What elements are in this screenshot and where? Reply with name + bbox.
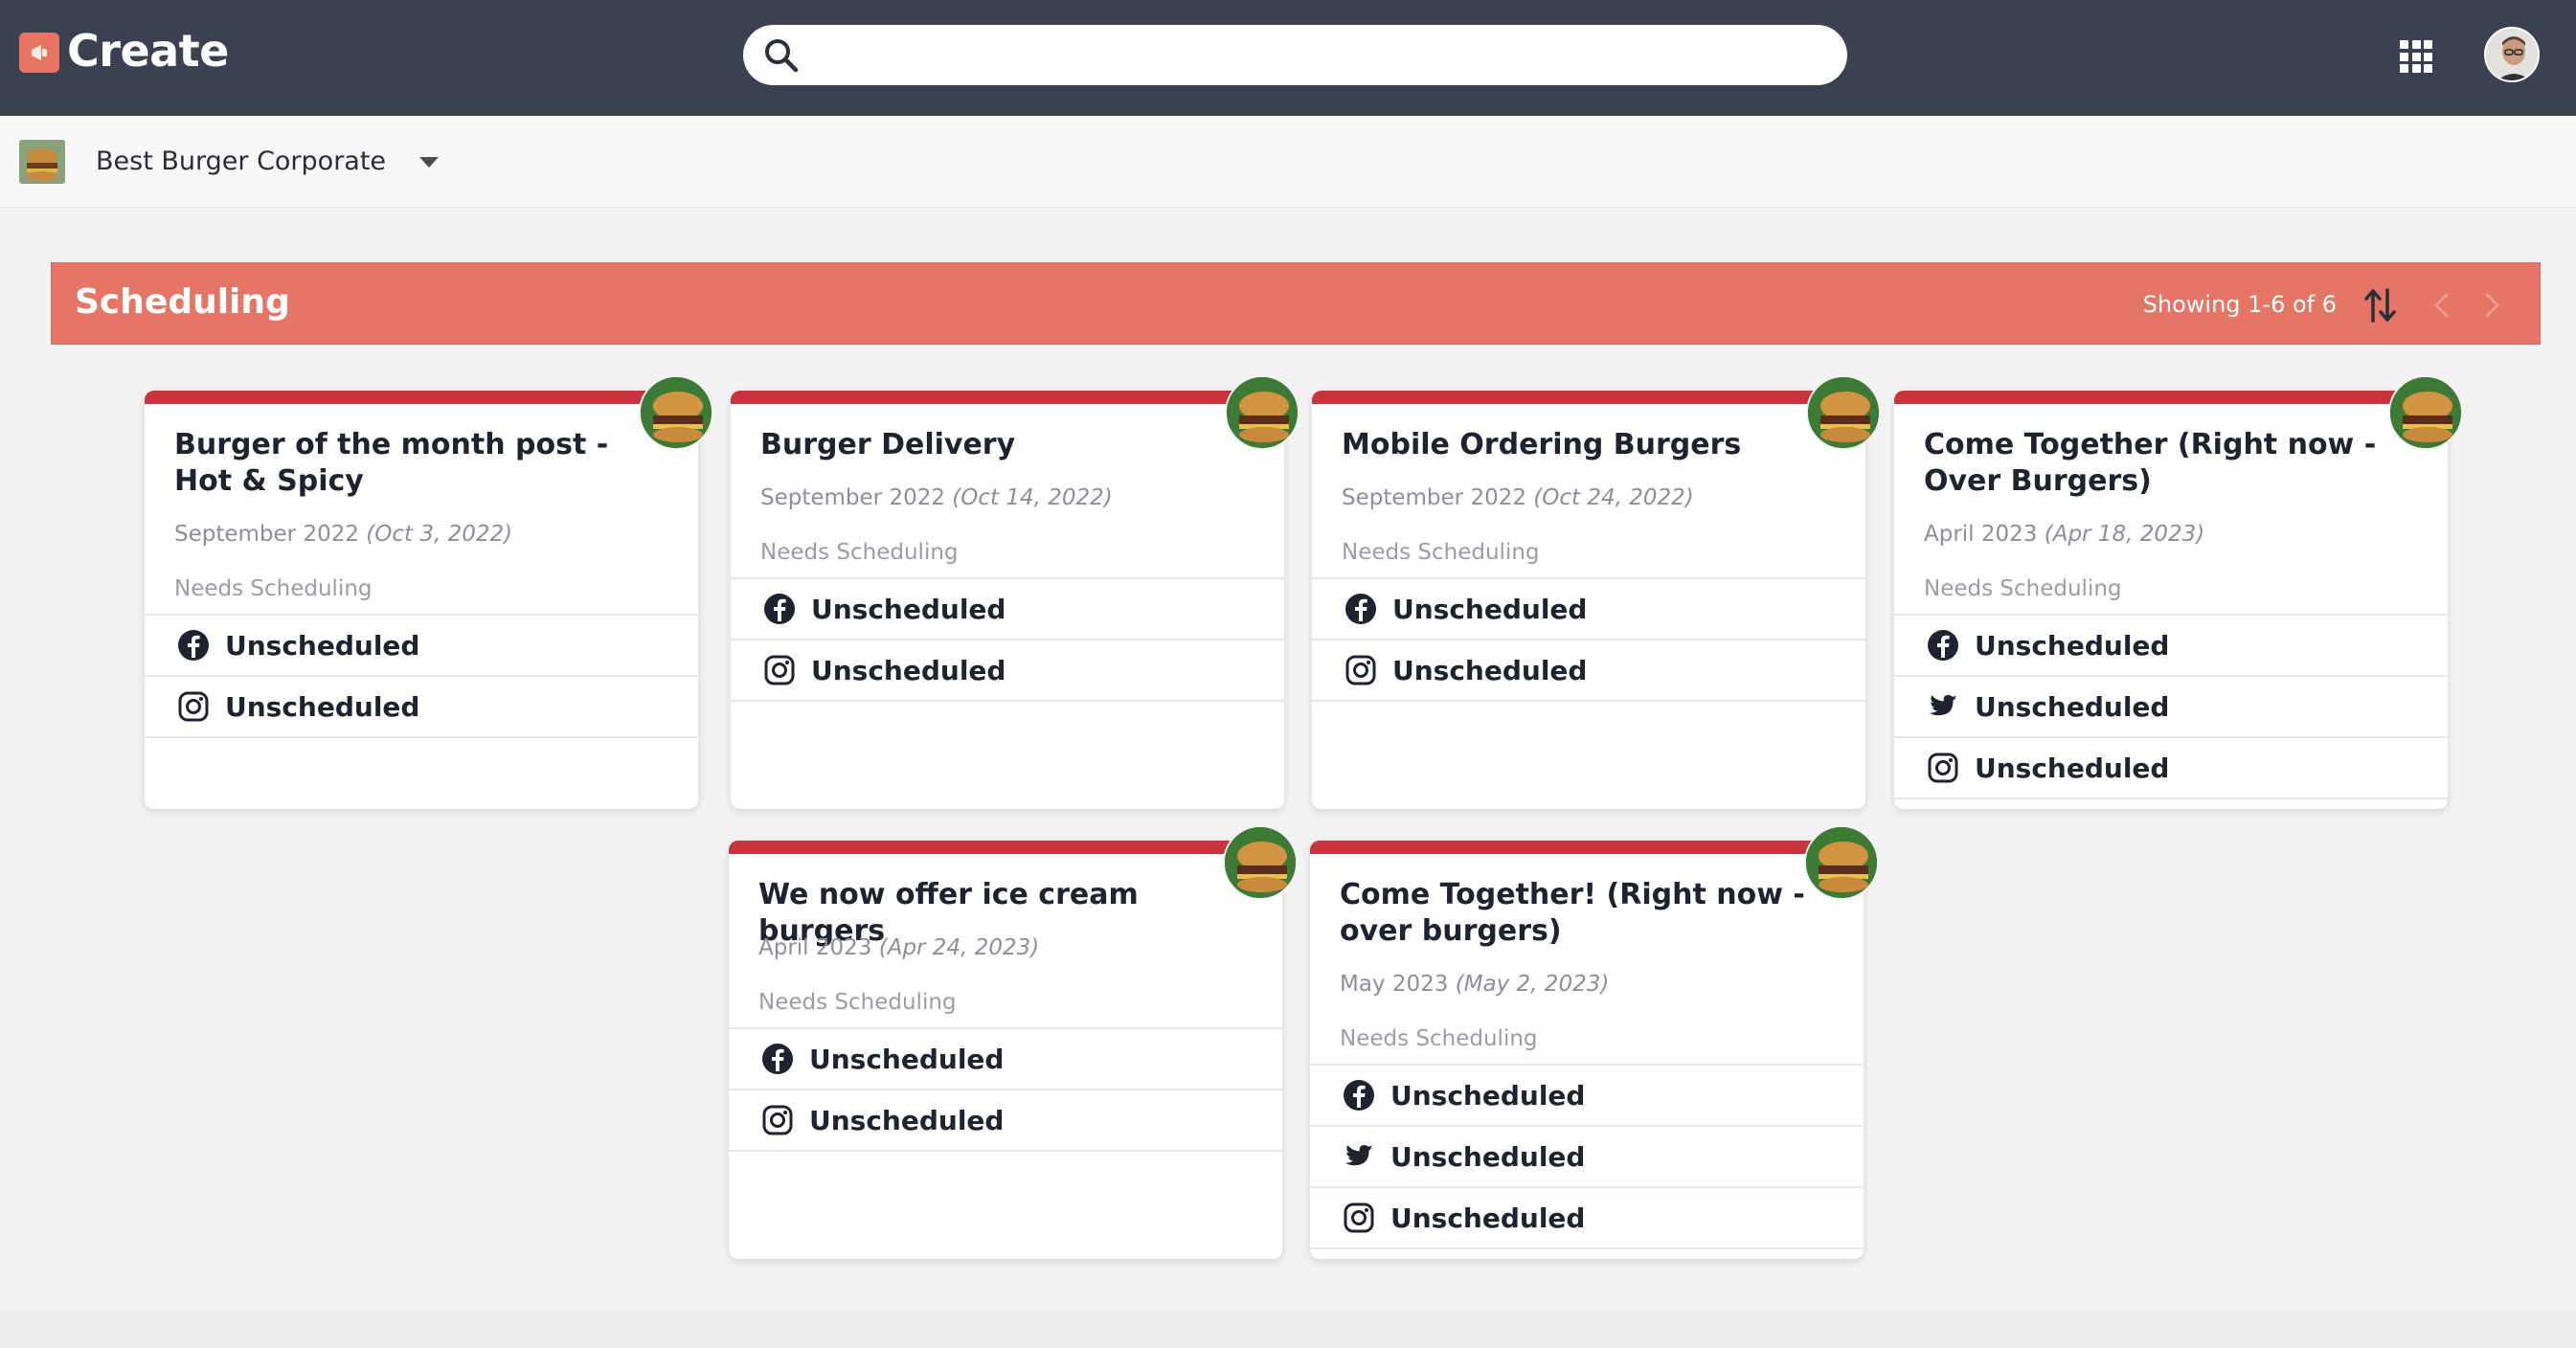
facebook-icon: [763, 593, 796, 625]
channel-row[interactable]: Unscheduled: [1894, 616, 2448, 677]
scheduling-header: Scheduling Showing 1-6 of 6: [51, 262, 2541, 345]
channel-row[interactable]: Unscheduled: [729, 1029, 1282, 1090]
post-card[interactable]: Burger of the month post - Hot & Spicy S…: [145, 375, 713, 809]
facebook-icon: [1343, 1079, 1375, 1112]
schedule-status: Unscheduled: [809, 1043, 1005, 1075]
search-icon[interactable]: [762, 36, 801, 75]
schedule-status: Unscheduled: [1975, 752, 2170, 784]
channel-row[interactable]: Unscheduled: [731, 640, 1284, 702]
channel-row[interactable]: Unscheduled: [145, 677, 698, 738]
instagram-icon: [1927, 752, 1959, 784]
section-title: Scheduling: [75, 282, 290, 322]
schedule-status: Unscheduled: [809, 1104, 1005, 1136]
schedule-status: Unscheduled: [811, 654, 1006, 686]
instagram-icon: [177, 690, 210, 723]
post-card[interactable]: Burger Delivery September 2022 (Oct 14, …: [731, 375, 1299, 809]
schedule-status: Unscheduled: [1390, 1202, 1586, 1234]
org-thumbnail: [19, 140, 65, 184]
channel-row[interactable]: Unscheduled: [731, 579, 1284, 640]
org-name[interactable]: Best Burger Corporate: [96, 146, 386, 176]
instagram-icon: [761, 1104, 794, 1136]
post-title: Come Together! (Right now - over burgers…: [1340, 878, 1805, 948]
status-label: Needs Scheduling: [1924, 576, 2122, 601]
schedule-status: Unscheduled: [1975, 690, 2170, 723]
search-input[interactable]: [816, 34, 1821, 76]
schedule-status: Unscheduled: [1390, 1140, 1586, 1173]
search-bar[interactable]: [743, 25, 1847, 85]
organization-bar: Best Burger Corporate: [0, 116, 2576, 208]
post-date: September 2022 (Oct 14, 2022): [760, 485, 1113, 510]
schedule-status: Unscheduled: [225, 629, 420, 662]
apps-grid-icon[interactable]: [2400, 40, 2432, 73]
facebook-icon: [1344, 593, 1377, 625]
twitter-icon: [1927, 690, 1959, 723]
create-logo-icon[interactable]: [19, 33, 59, 73]
post-title: Burger of the month post - Hot & Spicy: [174, 428, 609, 498]
channel-row[interactable]: Unscheduled: [1310, 1188, 1864, 1249]
channel-row[interactable]: Unscheduled: [1310, 1127, 1864, 1188]
post-date: September 2022 (Oct 3, 2022): [174, 522, 513, 547]
post-card[interactable]: Mobile Ordering Burgers September 2022 (…: [1312, 375, 1881, 809]
instagram-icon: [1343, 1202, 1375, 1234]
facebook-icon: [177, 629, 210, 662]
channel-row[interactable]: Unscheduled: [145, 616, 698, 677]
schedule-status: Unscheduled: [1975, 629, 2170, 662]
post-card[interactable]: We now offer ice cream burgers April 202…: [729, 825, 1298, 1259]
instagram-icon: [1344, 654, 1377, 686]
instagram-icon: [763, 654, 796, 686]
post-card[interactable]: Come Together (Right now - Over Burgers)…: [1894, 375, 2463, 809]
post-date: April 2023 (Apr 24, 2023): [758, 935, 1040, 960]
post-card[interactable]: Come Together! (Right now - over burgers…: [1310, 825, 1879, 1259]
channel-row[interactable]: Unscheduled: [1312, 640, 1865, 702]
post-title: Come Together (Right now - Over Burgers): [1924, 428, 2377, 498]
footer-band: [0, 1310, 2576, 1348]
channel-row[interactable]: Unscheduled: [1894, 738, 2448, 799]
post-date: April 2023 (Apr 18, 2023): [1924, 522, 2205, 547]
schedule-status: Unscheduled: [225, 690, 420, 723]
status-label: Needs Scheduling: [758, 990, 957, 1015]
chevron-right-icon[interactable]: [2480, 290, 2503, 321]
post-date: September 2022 (Oct 24, 2022): [1342, 485, 1694, 510]
status-label: Needs Scheduling: [760, 540, 959, 565]
facebook-icon: [1927, 629, 1959, 662]
status-label: Needs Scheduling: [1342, 540, 1540, 565]
chevron-down-icon[interactable]: [419, 157, 439, 168]
top-bar: Create: [0, 0, 2576, 116]
schedule-status: Unscheduled: [1390, 1079, 1586, 1112]
channel-row[interactable]: Unscheduled: [1312, 579, 1865, 640]
app-title[interactable]: Create: [67, 25, 229, 77]
post-date: May 2023 (May 2, 2023): [1340, 972, 1610, 997]
channel-row[interactable]: Unscheduled: [729, 1090, 1282, 1152]
schedule-status: Unscheduled: [1392, 654, 1588, 686]
twitter-icon: [1343, 1140, 1375, 1173]
channel-row[interactable]: Unscheduled: [1310, 1066, 1864, 1127]
schedule-status: Unscheduled: [811, 593, 1006, 625]
pagination-summary: Showing 1-6 of 6: [2142, 291, 2337, 318]
post-title: Mobile Ordering Burgers: [1342, 428, 1742, 461]
schedule-status: Unscheduled: [1392, 593, 1588, 625]
status-label: Needs Scheduling: [174, 576, 373, 601]
chevron-left-icon[interactable]: [2430, 290, 2453, 321]
user-avatar[interactable]: [2484, 27, 2540, 82]
status-label: Needs Scheduling: [1340, 1026, 1538, 1051]
post-title: Burger Delivery: [760, 428, 1016, 461]
channel-row[interactable]: Unscheduled: [1894, 677, 2448, 738]
sort-icon[interactable]: [2363, 286, 2398, 325]
facebook-icon: [761, 1043, 794, 1075]
